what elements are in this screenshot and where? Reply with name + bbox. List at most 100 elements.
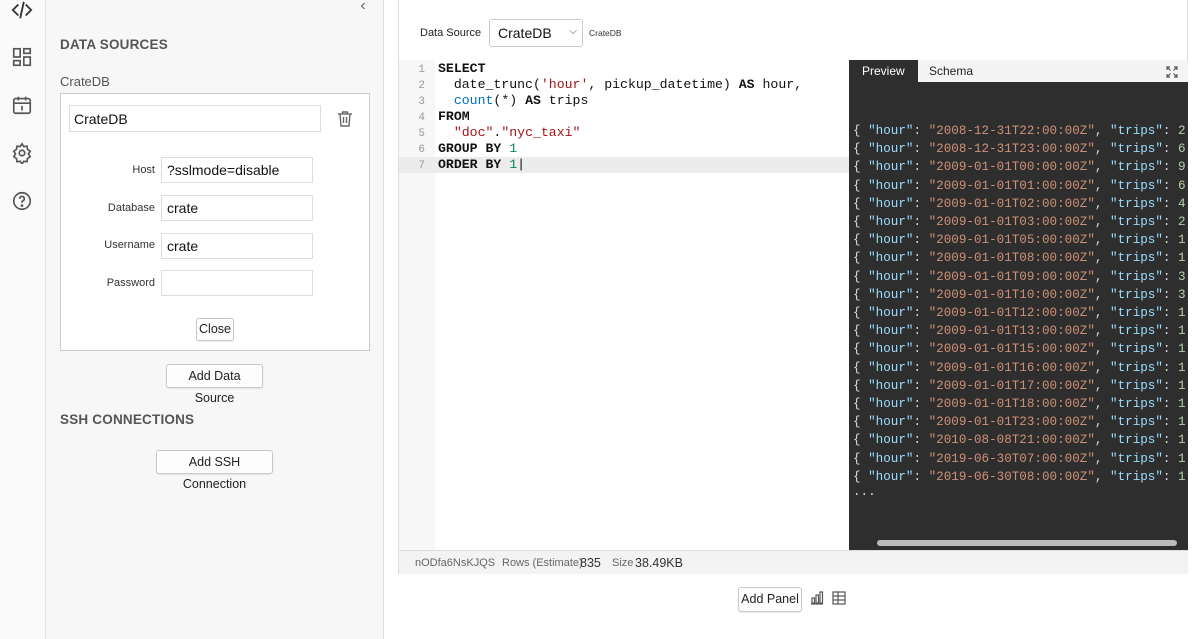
tab-preview[interactable]: Preview (849, 60, 918, 82)
size-value: 38.49KB (635, 556, 683, 570)
json-hour-value: 2009-01-01T01:00:00Z (936, 178, 1088, 193)
json-row: { "hour": "2009-01-01T12:00:00Z", "trips… (853, 306, 1186, 320)
data-source-select[interactable]: CrateDB ⌵ (489, 19, 583, 47)
rows-estimate-label: Rows (Estimate) (502, 557, 583, 569)
size-label: Size (612, 557, 634, 569)
json-trips-value: 1 (1178, 433, 1186, 448)
json-hour-value: 2019-06-30T08:00:00Z (936, 469, 1088, 484)
add-panel-button[interactable]: Add Panel (738, 587, 802, 612)
status-bar: nODfa6NsKJQS Rows (Estimate) 835 Size 38… (399, 550, 1188, 574)
editor-line: 3 count(*) AS trips (418, 93, 589, 108)
data-source-label: Data Source (420, 27, 482, 39)
json-hour-value: 2009-01-01T02:00:00Z (936, 196, 1088, 211)
json-hour-value: 2009-01-01T05:00:00Z (936, 233, 1088, 248)
json-row: { "hour": "2009-01-01T08:00:00Z", "trips… (853, 251, 1186, 266)
json-trips-value: 2 (1178, 215, 1186, 229)
json-row: { "hour": "2008-12-31T23:00:00Z", "trips… (853, 142, 1186, 157)
chevron-down-icon: ⌵ (569, 26, 577, 37)
json-hour-value: 2009-01-01T13:00:00Z (936, 324, 1088, 339)
help-icon[interactable] (10, 189, 34, 213)
editor-line-active: 7 ORDER BY 1| (399, 157, 849, 173)
tab-schema[interactable]: Schema (916, 60, 986, 82)
datasource-card: Host Database Username Password Close (60, 93, 370, 351)
json-trips-value: 1 (1178, 233, 1186, 248)
code-icon[interactable] (10, 0, 34, 22)
calendar-icon[interactable] (10, 93, 34, 117)
data-sources-heading: DATA SOURCES (60, 37, 168, 52)
json-row: { "hour": "2009-01-01T10:00:00Z", "trips… (853, 287, 1186, 302)
add-ssh-connection-button[interactable]: Add SSH Connection (156, 450, 273, 491)
json-trips-value: 1 (1178, 306, 1186, 320)
json-row: { "hour": "2009-01-01T13:00:00Z", "trips… (853, 324, 1186, 339)
json-hour-value: 2009-01-01T16:00:00Z (936, 360, 1088, 375)
collapse-sidebar-icon[interactable]: ‹ (356, 0, 370, 14)
json-trips-value: 6 (1178, 178, 1186, 193)
expand-icon[interactable] (1166, 65, 1178, 78)
results-ellipsis: ... (853, 485, 876, 499)
icon-rail (0, 0, 46, 639)
json-row: { "hour": "2009-01-01T16:00:00Z", "trips… (853, 360, 1186, 375)
json-trips-value: 1 (1178, 342, 1186, 357)
editor-line: 1 SELECT (418, 61, 486, 76)
editor-line: 5 "doc"."nyc_taxi" (418, 125, 581, 140)
json-trips-value: 9 (1178, 160, 1186, 175)
database-field[interactable] (161, 195, 313, 221)
json-row: { "hour": "2008-12-31T22:00:00Z", "trips… (853, 124, 1186, 138)
json-trips-value: 1 (1178, 397, 1186, 411)
editor-line: 6 GROUP BY 1 (418, 141, 518, 156)
json-trips-value: 3 (1178, 269, 1186, 284)
json-hour-value: 2009-01-01T09:00:00Z (936, 269, 1088, 284)
json-hour-value: 2009-01-01T00:00:00Z (936, 160, 1088, 175)
rows-estimate-value: 835 (580, 556, 601, 570)
json-row: { "hour": "2009-01-01T00:00:00Z", "trips… (853, 160, 1186, 175)
sql-editor[interactable]: 1 SELECT 2 date_trunc('hour', pickup_date… (399, 60, 849, 550)
horizontal-scrollbar[interactable] (877, 540, 1177, 546)
json-row: { "hour": "2009-01-01T03:00:00Z", "trips… (853, 215, 1186, 229)
database-label: Database (107, 202, 155, 214)
json-hour-value: 2009-01-01T18:00:00Z (936, 397, 1088, 411)
json-row: { "hour": "2009-01-01T15:00:00Z", "trips… (853, 342, 1186, 357)
data-source-badge: CrateDB (589, 28, 622, 38)
data-sources-sidebar: ‹ DATA SOURCES CrateDB Host Database Use… (46, 0, 384, 639)
editor-line: 4 FROM (418, 109, 470, 124)
json-row: { "hour": "2019-06-30T08:00:00Z", "trips… (853, 469, 1186, 484)
json-trips-value: 6 (1178, 142, 1186, 157)
json-trips-value: 1 (1178, 469, 1186, 484)
json-trips-value: 1 (1178, 360, 1186, 375)
json-hour-value: 2009-01-01T15:00:00Z (936, 342, 1088, 357)
json-trips-value: 1 (1178, 251, 1186, 266)
json-row: { "hour": "2009-01-01T18:00:00Z", "trips… (853, 397, 1186, 411)
host-field[interactable] (161, 157, 313, 183)
results-preview: Preview Schema { "hour": "2008-12-31T22:… (849, 60, 1188, 550)
close-button[interactable]: Close (196, 318, 234, 341)
json-trips-value: 1 (1178, 324, 1186, 339)
add-data-source-button[interactable]: Add Data Source (166, 364, 263, 405)
json-hour-value: 2009-01-01T08:00:00Z (936, 251, 1088, 266)
json-hour-value: 2009-01-01T17:00:00Z (936, 378, 1088, 393)
json-hour-value: 2009-01-01T10:00:00Z (936, 287, 1088, 302)
json-row: { "hour": "2010-08-08T21:00:00Z", "trips… (853, 433, 1186, 448)
json-hour-value: 2009-01-01T12:00:00Z (936, 306, 1088, 320)
json-trips-value: 1 (1178, 415, 1186, 430)
json-trips-value: 2 (1178, 124, 1186, 138)
datasource-title-input[interactable] (69, 105, 321, 132)
password-field[interactable] (161, 270, 313, 296)
json-row: { "hour": "2009-01-01T01:00:00Z", "trips… (853, 178, 1186, 193)
dashboard-icon[interactable] (10, 45, 34, 69)
host-label: Host (132, 164, 155, 176)
json-hour-value: 2008-12-31T23:00:00Z (936, 142, 1088, 157)
json-hour-value: 2010-08-08T21:00:00Z (936, 433, 1088, 448)
json-hour-value: 2008-12-31T22:00:00Z (936, 124, 1088, 138)
table-icon[interactable] (832, 591, 846, 605)
username-field[interactable] (161, 233, 313, 259)
settings-icon[interactable] (10, 141, 34, 165)
bar-chart-icon[interactable] (810, 591, 824, 605)
preview-tabs: Preview Schema (849, 60, 1188, 82)
trash-icon[interactable] (337, 110, 353, 128)
json-hour-value: 2019-06-30T07:00:00Z (936, 451, 1088, 466)
json-trips-value: 3 (1178, 287, 1186, 302)
json-row: { "hour": "2009-01-01T23:00:00Z", "trips… (853, 415, 1186, 430)
panel-id: nODfa6NsKJQS (415, 557, 496, 569)
json-row: { "hour": "2009-01-01T17:00:00Z", "trips… (853, 378, 1186, 393)
query-panel: Data Source CrateDB ⌵ CrateDB 1 SELECT 2 … (398, 0, 1188, 574)
